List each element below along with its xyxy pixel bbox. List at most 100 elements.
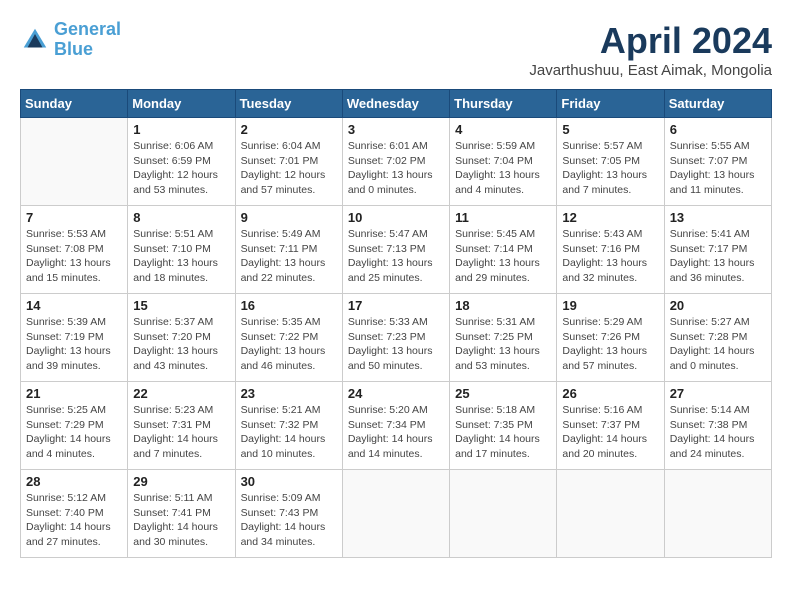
day-info: Sunrise: 5:51 AM Sunset: 7:10 PM Dayligh… bbox=[133, 227, 229, 286]
day-info: Sunrise: 5:57 AM Sunset: 7:05 PM Dayligh… bbox=[562, 139, 658, 198]
day-info: Sunrise: 5:18 AM Sunset: 7:35 PM Dayligh… bbox=[455, 403, 551, 462]
day-info: Sunrise: 5:45 AM Sunset: 7:14 PM Dayligh… bbox=[455, 227, 551, 286]
day-number: 2 bbox=[241, 122, 337, 137]
day-number: 6 bbox=[670, 122, 766, 137]
day-number: 9 bbox=[241, 210, 337, 225]
calendar-day-header: Saturday bbox=[664, 90, 771, 118]
day-number: 24 bbox=[348, 386, 444, 401]
day-info: Sunrise: 5:29 AM Sunset: 7:26 PM Dayligh… bbox=[562, 315, 658, 374]
day-info: Sunrise: 5:37 AM Sunset: 7:20 PM Dayligh… bbox=[133, 315, 229, 374]
calendar-cell: 15 Sunrise: 5:37 AM Sunset: 7:20 PM Dayli… bbox=[128, 294, 235, 382]
day-number: 1 bbox=[133, 122, 229, 137]
day-number: 29 bbox=[133, 474, 229, 489]
calendar-cell: 5 Sunrise: 5:57 AM Sunset: 7:05 PM Daylig… bbox=[557, 118, 664, 206]
day-number: 7 bbox=[26, 210, 122, 225]
calendar-cell: 20 Sunrise: 5:27 AM Sunset: 7:28 PM Dayli… bbox=[664, 294, 771, 382]
calendar-cell: 16 Sunrise: 5:35 AM Sunset: 7:22 PM Dayli… bbox=[235, 294, 342, 382]
calendar-week-row: 1 Sunrise: 6:06 AM Sunset: 6:59 PM Daylig… bbox=[21, 118, 772, 206]
calendar-cell: 3Sunrise: 6:01 AM Sunset: 7:02 PM Daylig… bbox=[342, 118, 449, 206]
day-info: Sunrise: 5:55 AM Sunset: 7:07 PM Dayligh… bbox=[670, 139, 766, 198]
day-info: Sunrise: 5:53 AM Sunset: 7:08 PM Dayligh… bbox=[26, 227, 122, 286]
day-info: Sunrise: 5:20 AM Sunset: 7:34 PM Dayligh… bbox=[348, 403, 444, 462]
calendar-cell: 25 Sunrise: 5:18 AM Sunset: 7:35 PM Dayli… bbox=[450, 382, 557, 470]
day-number: 30 bbox=[241, 474, 337, 489]
day-number: 4 bbox=[455, 122, 551, 137]
day-number: 28 bbox=[26, 474, 122, 489]
calendar-cell: 11 Sunrise: 5:45 AM Sunset: 7:14 PM Dayli… bbox=[450, 206, 557, 294]
day-info: Sunrise: 5:43 AM Sunset: 7:16 PM Dayligh… bbox=[562, 227, 658, 286]
title-area: April 2024 Javarthushuu, East Aimak, Mon… bbox=[529, 20, 772, 79]
day-number: 22 bbox=[133, 386, 229, 401]
calendar-week-row: 7 Sunrise: 5:53 AM Sunset: 7:08 PM Daylig… bbox=[21, 206, 772, 294]
day-number: 19 bbox=[562, 298, 658, 313]
day-number: 12 bbox=[562, 210, 658, 225]
day-number: 20 bbox=[670, 298, 766, 313]
calendar-cell: 22 Sunrise: 5:23 AM Sunset: 7:31 PM Dayli… bbox=[128, 382, 235, 470]
day-number: 26 bbox=[562, 386, 658, 401]
day-number: 8 bbox=[133, 210, 229, 225]
calendar-day-header: Thursday bbox=[450, 90, 557, 118]
logo: General Blue bbox=[20, 20, 121, 60]
day-info: Sunrise: 5:49 AM Sunset: 7:11 PM Dayligh… bbox=[241, 227, 337, 286]
calendar-day-header: Tuesday bbox=[235, 90, 342, 118]
day-info: Sunrise: 6:01 AM Sunset: 7:02 PM Dayligh… bbox=[348, 139, 444, 198]
calendar-cell bbox=[21, 118, 128, 206]
day-info: Sunrise: 6:04 AM Sunset: 7:01 PM Dayligh… bbox=[241, 139, 337, 198]
calendar-cell: 21Sunrise: 5:25 AM Sunset: 7:29 PM Dayli… bbox=[21, 382, 128, 470]
calendar-cell bbox=[342, 470, 449, 558]
calendar-cell: 24 Sunrise: 5:20 AM Sunset: 7:34 PM Dayli… bbox=[342, 382, 449, 470]
day-info: Sunrise: 5:59 AM Sunset: 7:04 PM Dayligh… bbox=[455, 139, 551, 198]
calendar-cell: 7 Sunrise: 5:53 AM Sunset: 7:08 PM Daylig… bbox=[21, 206, 128, 294]
day-number: 18 bbox=[455, 298, 551, 313]
day-number: 17 bbox=[348, 298, 444, 313]
calendar-day-header: Sunday bbox=[21, 90, 128, 118]
day-number: 5 bbox=[562, 122, 658, 137]
day-info: Sunrise: 5:21 AM Sunset: 7:32 PM Dayligh… bbox=[241, 403, 337, 462]
calendar-cell: 10 Sunrise: 5:47 AM Sunset: 7:13 PM Dayli… bbox=[342, 206, 449, 294]
day-number: 27 bbox=[670, 386, 766, 401]
calendar-week-row: 14Sunrise: 5:39 AM Sunset: 7:19 PM Dayli… bbox=[21, 294, 772, 382]
logo-text: General Blue bbox=[54, 20, 121, 60]
calendar-cell: 23 Sunrise: 5:21 AM Sunset: 7:32 PM Dayli… bbox=[235, 382, 342, 470]
calendar-day-header: Friday bbox=[557, 90, 664, 118]
calendar-cell: 6 Sunrise: 5:55 AM Sunset: 7:07 PM Daylig… bbox=[664, 118, 771, 206]
logo-icon bbox=[20, 25, 50, 55]
day-info: Sunrise: 5:27 AM Sunset: 7:28 PM Dayligh… bbox=[670, 315, 766, 374]
day-number: 23 bbox=[241, 386, 337, 401]
day-info: Sunrise: 6:06 AM Sunset: 6:59 PM Dayligh… bbox=[133, 139, 229, 198]
calendar-cell: 4 Sunrise: 5:59 AM Sunset: 7:04 PM Daylig… bbox=[450, 118, 557, 206]
day-number: 10 bbox=[348, 210, 444, 225]
calendar-cell: 9 Sunrise: 5:49 AM Sunset: 7:11 PM Daylig… bbox=[235, 206, 342, 294]
calendar-cell: 29 Sunrise: 5:11 AM Sunset: 7:41 PM Dayli… bbox=[128, 470, 235, 558]
calendar-cell: 26Sunrise: 5:16 AM Sunset: 7:37 PM Dayli… bbox=[557, 382, 664, 470]
day-info: Sunrise: 5:12 AM Sunset: 7:40 PM Dayligh… bbox=[26, 491, 122, 550]
calendar-cell: 18 Sunrise: 5:31 AM Sunset: 7:25 PM Dayli… bbox=[450, 294, 557, 382]
day-number: 21 bbox=[26, 386, 122, 401]
day-info: Sunrise: 5:11 AM Sunset: 7:41 PM Dayligh… bbox=[133, 491, 229, 550]
calendar-cell: 30Sunrise: 5:09 AM Sunset: 7:43 PM Dayli… bbox=[235, 470, 342, 558]
calendar-cell: 19 Sunrise: 5:29 AM Sunset: 7:26 PM Dayli… bbox=[557, 294, 664, 382]
calendar-cell bbox=[450, 470, 557, 558]
calendar-week-row: 21Sunrise: 5:25 AM Sunset: 7:29 PM Dayli… bbox=[21, 382, 772, 470]
day-info: Sunrise: 5:47 AM Sunset: 7:13 PM Dayligh… bbox=[348, 227, 444, 286]
day-number: 16 bbox=[241, 298, 337, 313]
calendar-cell: 28 Sunrise: 5:12 AM Sunset: 7:40 PM Dayli… bbox=[21, 470, 128, 558]
day-number: 14 bbox=[26, 298, 122, 313]
day-info: Sunrise: 5:33 AM Sunset: 7:23 PM Dayligh… bbox=[348, 315, 444, 374]
day-info: Sunrise: 5:31 AM Sunset: 7:25 PM Dayligh… bbox=[455, 315, 551, 374]
calendar-cell: 27Sunrise: 5:14 AM Sunset: 7:38 PM Dayli… bbox=[664, 382, 771, 470]
day-number: 11 bbox=[455, 210, 551, 225]
day-number: 13 bbox=[670, 210, 766, 225]
calendar-header-row: SundayMondayTuesdayWednesdayThursdayFrid… bbox=[21, 90, 772, 118]
calendar-cell: 17 Sunrise: 5:33 AM Sunset: 7:23 PM Dayli… bbox=[342, 294, 449, 382]
calendar-table: SundayMondayTuesdayWednesdayThursdayFrid… bbox=[20, 89, 772, 558]
calendar-day-header: Monday bbox=[128, 90, 235, 118]
page-header: General Blue April 2024 Javarthushuu, Ea… bbox=[20, 20, 772, 79]
calendar-week-row: 28 Sunrise: 5:12 AM Sunset: 7:40 PM Dayli… bbox=[21, 470, 772, 558]
calendar-cell bbox=[664, 470, 771, 558]
day-number: 15 bbox=[133, 298, 229, 313]
day-info: Sunrise: 5:35 AM Sunset: 7:22 PM Dayligh… bbox=[241, 315, 337, 374]
location: Javarthushuu, East Aimak, Mongolia bbox=[529, 62, 772, 79]
day-number: 25 bbox=[455, 386, 551, 401]
day-info: Sunrise: 5:23 AM Sunset: 7:31 PM Dayligh… bbox=[133, 403, 229, 462]
